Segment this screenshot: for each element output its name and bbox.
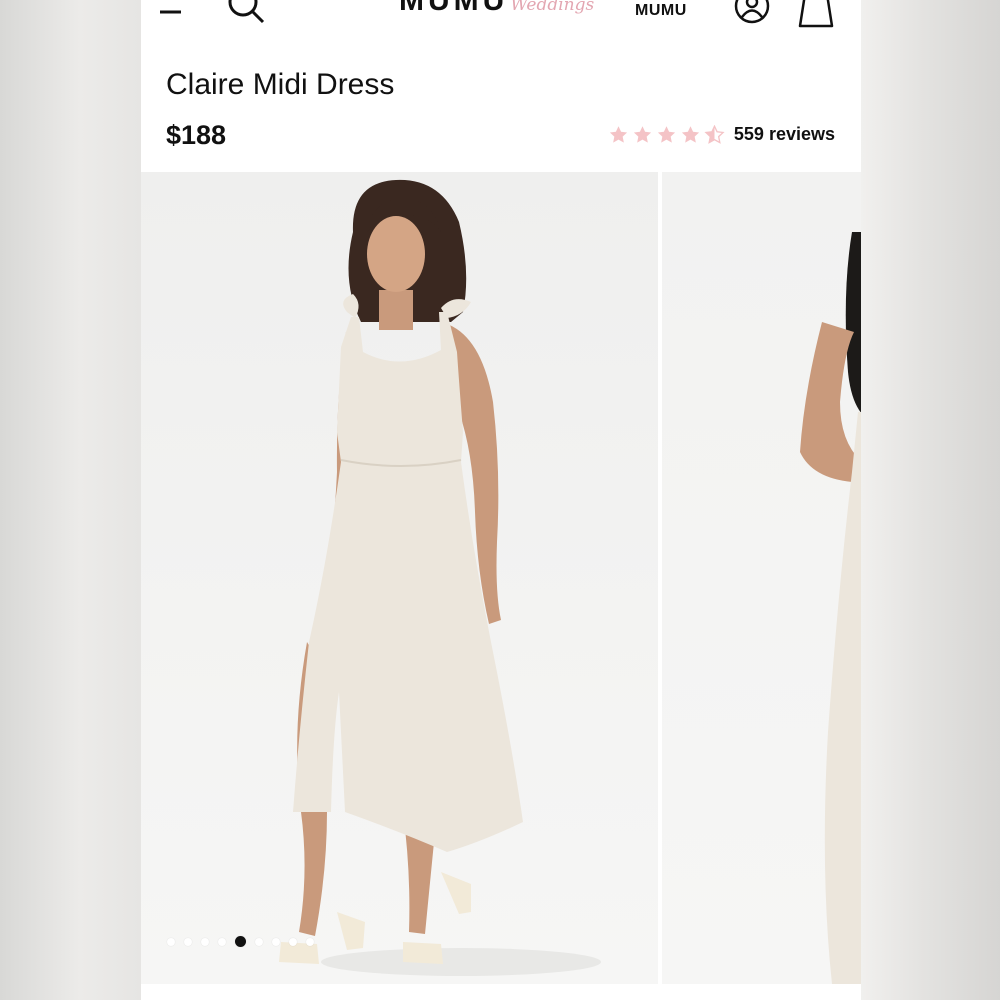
carousel-dots[interactable] (167, 936, 314, 947)
brand-name: MUMU (399, 0, 509, 17)
product-page: MUMU Weddings MUMU Claire Midi Dress $188… (141, 0, 861, 1000)
carousel-dot-active[interactable] (235, 936, 246, 947)
star-rating (608, 124, 725, 145)
menu-icon[interactable] (159, 0, 195, 20)
carousel-dot[interactable] (184, 937, 192, 946)
product-image-gallery[interactable] (141, 172, 861, 984)
star-icon (633, 125, 651, 143)
review-count-link[interactable]: 559 reviews (734, 124, 835, 145)
show-me-mumu-link[interactable]: MUMU (635, 2, 687, 20)
carousel-dot[interactable] (201, 937, 209, 946)
carousel-dot[interactable] (306, 937, 314, 946)
product-price: $188 (166, 120, 227, 150)
star-icon (609, 125, 627, 143)
bag-icon[interactable] (797, 0, 835, 28)
brand-logo[interactable]: MUMU Weddings (399, 0, 594, 24)
carousel-dot[interactable] (255, 937, 263, 946)
brand-subtitle: Weddings (510, 0, 595, 15)
model-photo-front (279, 179, 601, 976)
half-star-icon (704, 124, 725, 144)
site-header: MUMU Weddings MUMU (141, 0, 861, 40)
star-icon (657, 125, 675, 143)
account-icon[interactable] (733, 0, 771, 26)
carousel-dot[interactable] (167, 937, 175, 946)
product-rating[interactable]: 559 reviews (608, 124, 835, 145)
model-photo-back (800, 232, 861, 984)
carousel-dot[interactable] (272, 937, 280, 946)
search-icon[interactable] (225, 0, 267, 24)
carousel-dot[interactable] (218, 937, 226, 946)
product-image-back[interactable] (662, 172, 861, 984)
star-icon (681, 125, 699, 143)
carousel-dot[interactable] (289, 937, 297, 946)
product-image-front[interactable] (141, 172, 658, 984)
page-footer-strip (141, 984, 861, 1000)
product-title: Claire Midi Dress (166, 68, 395, 101)
